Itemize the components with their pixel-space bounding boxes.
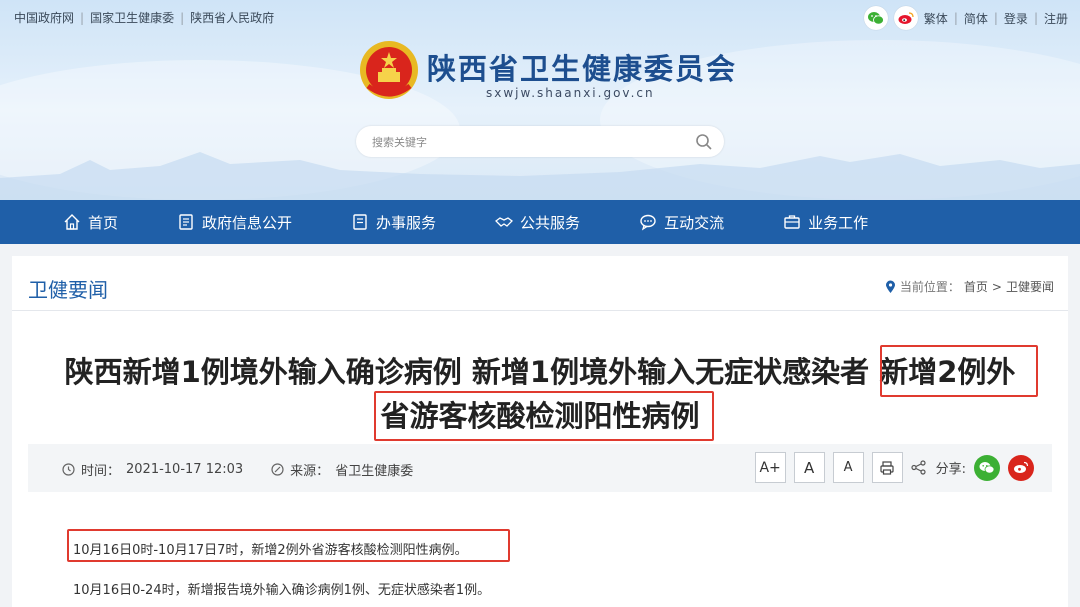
nav-item-gov-info[interactable]: 政府信息公开 — [176, 200, 292, 244]
section-header: 卫健要闻 当前位置： 首页 > 卫健要闻 — [12, 256, 1068, 311]
chat-icon — [640, 214, 656, 231]
source-label: 来源： — [290, 464, 330, 479]
font-large-button[interactable]: A+ — [754, 452, 786, 483]
article-paragraph: 10月16日0-24时，新增报告境外输入确诊病例1例、无症状感染者1例。 — [73, 583, 491, 598]
nav-item-public[interactable]: 公共服务 — [494, 200, 580, 244]
article-tools: A+ A A 分享: — [754, 452, 1034, 483]
divider: | — [80, 10, 85, 25]
location-pin-icon — [885, 280, 895, 293]
nav-label: 公共服务 — [520, 213, 581, 232]
section-title: 卫健要闻 — [28, 278, 108, 302]
article-meta-bar: 时间： 2021-10-17 12:03 来源： 省卫生健康委 A+ A A 分… — [28, 444, 1052, 492]
source-icon — [271, 463, 284, 476]
share-wechat-icon[interactable] — [974, 454, 1000, 481]
handshake-icon — [495, 217, 514, 227]
font-medium-button[interactable]: A — [793, 452, 825, 483]
time-label: 时间： — [81, 464, 121, 479]
highlight-box — [374, 391, 714, 441]
article-meta: 时间： 2021-10-17 12:03 来源： 省卫生健康委 — [62, 460, 413, 479]
document-icon — [179, 214, 193, 230]
divider: | — [993, 11, 998, 25]
clipboard-icon — [353, 214, 367, 230]
nav-label: 互动交流 — [664, 213, 725, 232]
briefcase-icon — [784, 215, 800, 229]
highlight-box — [67, 529, 510, 562]
nav-label: 首页 — [88, 213, 119, 232]
share-weibo-icon[interactable] — [1008, 454, 1034, 481]
divider: | — [1033, 11, 1038, 25]
link-nhc[interactable]: 国家卫生健康委 — [90, 9, 174, 26]
weibo-icon[interactable] — [893, 6, 918, 30]
print-button[interactable] — [871, 452, 903, 483]
breadcrumb-current[interactable]: 卫健要闻 — [1006, 278, 1054, 295]
top-right-bar: 繁体 | 简体 | 登录 | 注册 — [863, 6, 1068, 30]
nav-item-business[interactable]: 业务工作 — [782, 200, 868, 244]
publish-time: 2021-10-17 12:03 — [126, 462, 244, 477]
divider: | — [953, 11, 958, 25]
article-source: 省卫生健康委 — [335, 464, 414, 479]
nav-label: 办事服务 — [376, 213, 437, 232]
site-title: 陕西省卫生健康委员会 — [427, 52, 738, 86]
link-province[interactable]: 陕西省人民政府 — [190, 9, 274, 26]
link-gov[interactable]: 中国政府网 — [14, 9, 74, 26]
nav-item-interaction[interactable]: 互动交流 — [638, 200, 724, 244]
breadcrumb-home[interactable]: 首页 — [964, 278, 988, 295]
share-label: 分享: — [935, 462, 966, 477]
nav-label: 政府信息公开 — [202, 213, 293, 232]
breadcrumb: 当前位置： 首页 > 卫健要闻 — [885, 278, 1054, 295]
article-title-part1: 陕西新增1例境外输入确诊病例 新增1例境外输入无症状感染者 — [64, 355, 880, 389]
highlight-box — [880, 345, 1038, 397]
wechat-icon[interactable] — [863, 6, 888, 30]
print-icon — [880, 460, 894, 475]
breadcrumb-label: 当前位置： — [899, 280, 960, 294]
nav-item-services[interactable]: 办事服务 — [350, 200, 436, 244]
divider: | — [180, 10, 185, 25]
font-small-button[interactable]: A — [832, 452, 864, 483]
traditional-link[interactable]: 繁体 — [924, 10, 948, 27]
main-nav: 首页 政府信息公开 办事服务 公共服务 互动交流 业务工作 — [0, 200, 1080, 244]
register-link[interactable]: 注册 — [1044, 10, 1068, 27]
content-panel: 卫健要闻 当前位置： 首页 > 卫健要闻 陕西新增1例境外输入确诊病例 新增1例… — [12, 256, 1068, 607]
search-icon[interactable] — [694, 132, 714, 152]
site-header: 中国政府网 | 国家卫生健康委 | 陕西省人民政府 繁体 | 简体 | 登录 |… — [0, 0, 1080, 200]
clock-icon — [62, 463, 75, 476]
login-link[interactable]: 登录 — [1004, 10, 1028, 27]
home-icon — [64, 214, 80, 230]
nav-item-home[interactable]: 首页 — [62, 200, 118, 244]
search-box — [356, 126, 724, 157]
national-emblem-icon — [360, 41, 418, 99]
site-domain: sxwjw.shaanxi.gov.cn — [486, 86, 655, 100]
top-links: 中国政府网 | 国家卫生健康委 | 陕西省人民政府 — [14, 9, 274, 26]
share-icon — [911, 460, 926, 475]
search-input[interactable] — [372, 133, 672, 151]
simplified-link[interactable]: 简体 — [964, 10, 988, 27]
breadcrumb-separator: > — [991, 279, 1002, 294]
nav-label: 业务工作 — [808, 213, 869, 232]
